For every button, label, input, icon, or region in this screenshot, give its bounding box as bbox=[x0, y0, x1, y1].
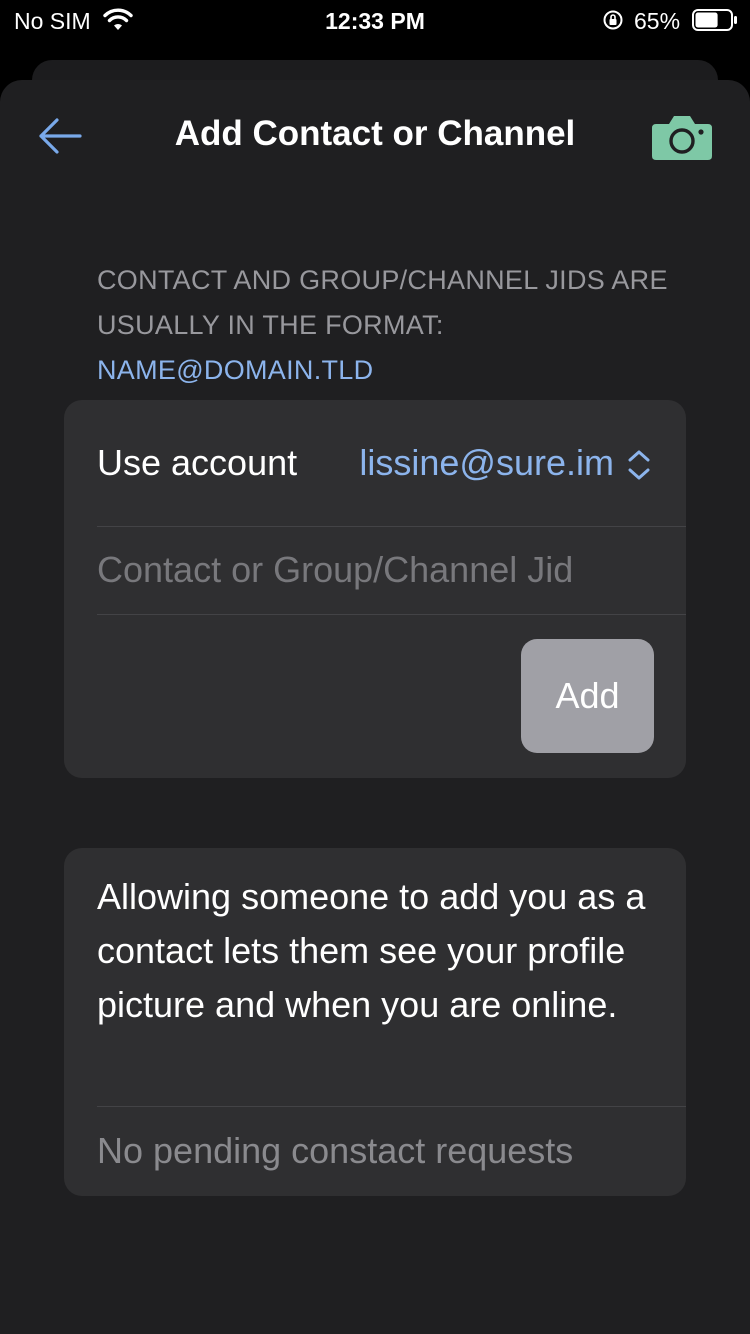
page-title: Add Contact or Channel bbox=[174, 114, 576, 153]
screen: No SIM 12:33 PM 65% Add Contact or Chann… bbox=[0, 0, 750, 1334]
scan-qr-button[interactable] bbox=[652, 112, 712, 160]
add-contact-form: Use account lissine@sure.im Add bbox=[64, 400, 686, 778]
jid-format-help: Contact and Group/Channel JIDs are usual… bbox=[97, 258, 677, 393]
account-picker[interactable]: Use account lissine@sure.im bbox=[64, 400, 686, 526]
add-contact-sheet: Add Contact or Channel Contact and Group… bbox=[0, 80, 750, 1334]
add-button[interactable]: Add bbox=[521, 639, 654, 753]
camera-icon bbox=[652, 116, 712, 160]
battery-icon bbox=[692, 9, 737, 31]
divider bbox=[97, 614, 686, 615]
chevron-up-down-icon bbox=[628, 450, 650, 480]
contact-requests-card: Allowing someone to add you as a contact… bbox=[64, 848, 686, 1196]
status-bar: No SIM 12:33 PM 65% bbox=[0, 0, 750, 40]
contact-permission-info: Allowing someone to add you as a contact… bbox=[97, 876, 646, 1025]
battery-percent: 65% bbox=[634, 8, 681, 34]
orientation-lock-icon bbox=[603, 10, 623, 30]
jid-input[interactable] bbox=[97, 527, 657, 613]
divider bbox=[97, 1106, 686, 1107]
pending-requests-status: No pending constact requests bbox=[97, 1130, 574, 1171]
jid-format-help-text: Contact and Group/Channel JIDs are usual… bbox=[97, 265, 668, 340]
jid-format-example-link[interactable]: name@domain.tld bbox=[97, 348, 677, 393]
account-label: Use account bbox=[97, 442, 298, 483]
account-value: lissine@sure.im bbox=[359, 442, 614, 483]
